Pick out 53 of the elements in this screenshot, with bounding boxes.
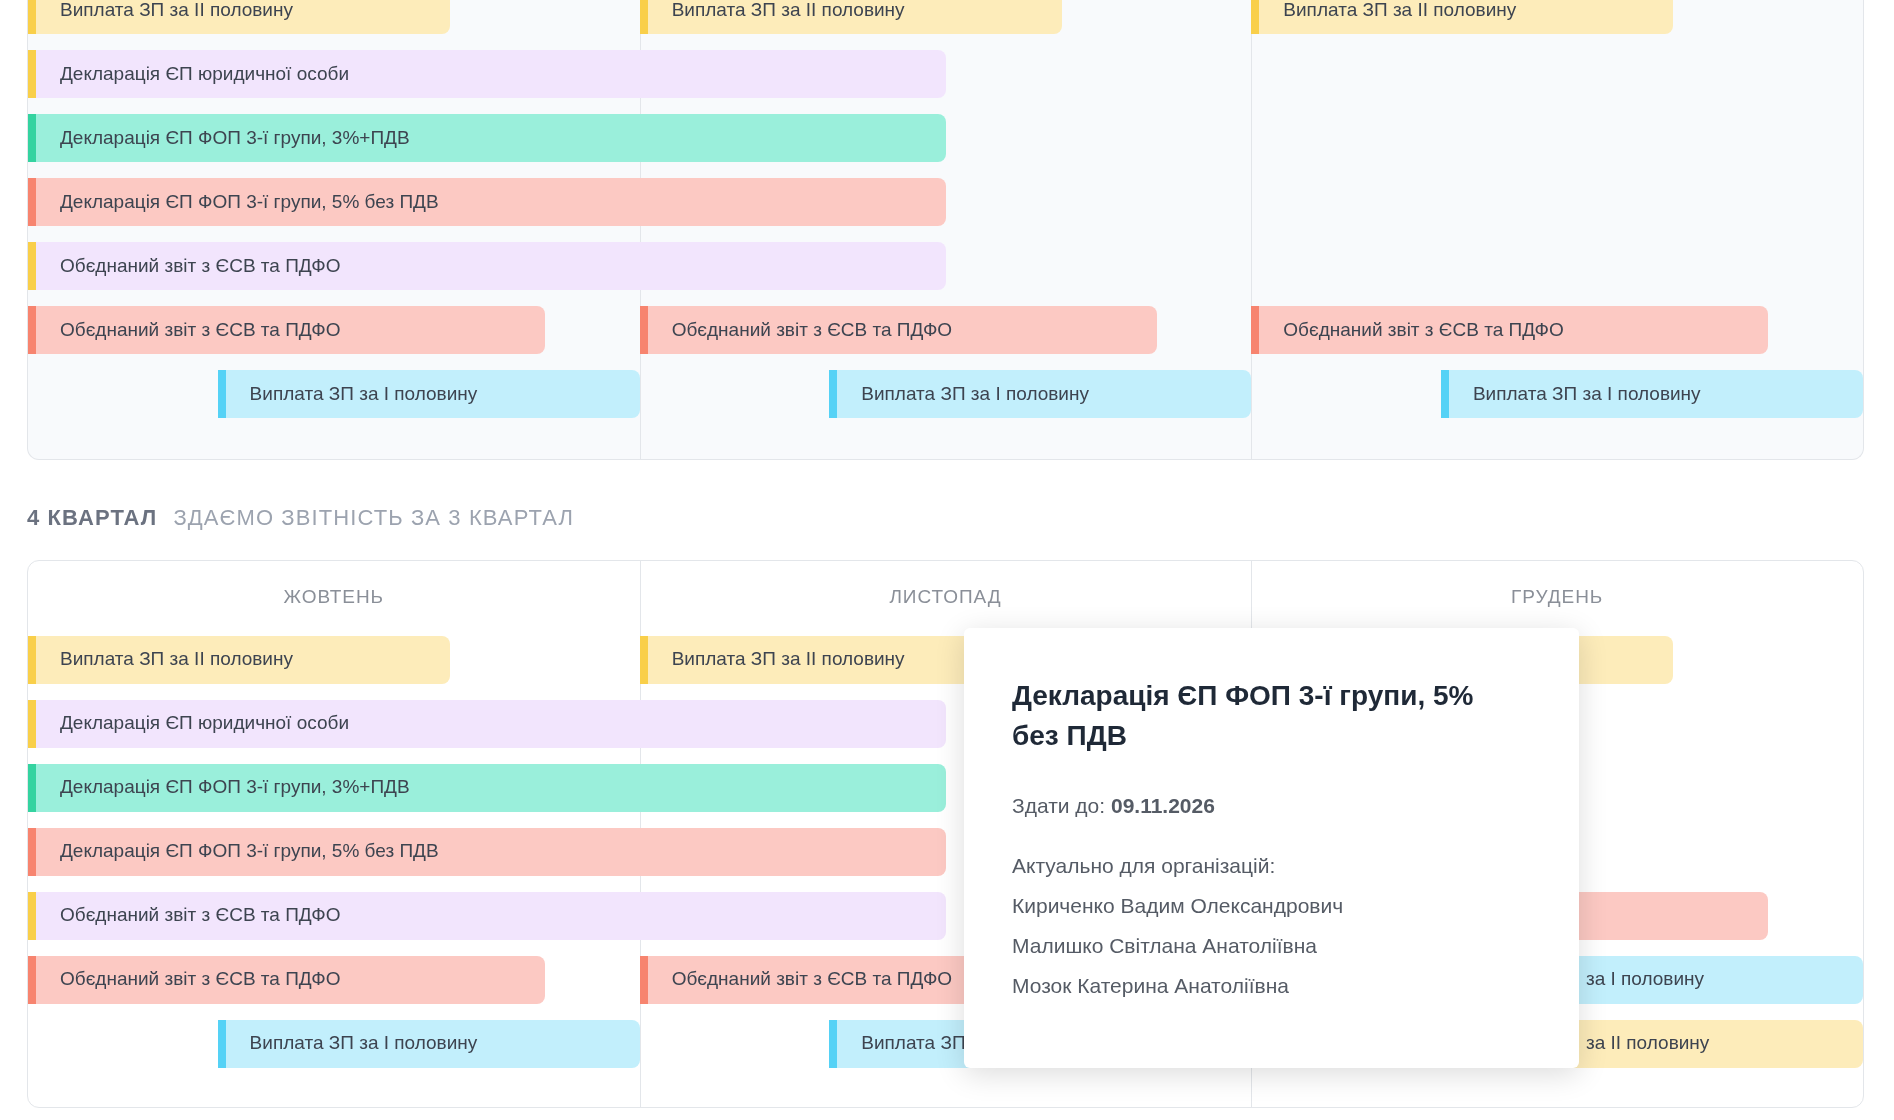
task-label: Обєднаний звіт з ЄСВ та ПДФО	[60, 317, 341, 342]
task-bar[interactable]: Обєднаний звіт з ЄСВ та ПДФО	[28, 242, 946, 290]
task-label: Декларація ЄП ФОП 3-ї групи, 3%+ПДВ	[60, 775, 410, 800]
task-label: Виплата ЗП за ІІ половину	[671, 647, 905, 672]
month-header: ЖОВТЕНЬ	[283, 585, 385, 609]
orgs-label: Актуально для організацій:	[1012, 852, 1277, 879]
task-bar[interactable]: Виплата ЗП за ІІ половину	[28, 0, 451, 34]
task-label: Виплата ЗП	[861, 1031, 966, 1056]
deadline-text: Здати до: 09.11.2026	[1012, 793, 1216, 819]
task-bar[interactable]: Виплата ЗП за ІІ половину	[639, 0, 1062, 34]
task-bar[interactable]: Декларація ЄП юридичної особи	[28, 50, 946, 98]
task-bar[interactable]: Обєднаний звіт з ЄСВ та ПДФО	[28, 306, 545, 354]
task-label: Обєднаний звіт з ЄСВ та ПДФО	[1283, 317, 1564, 342]
task-bar[interactable]: Виплата ЗП за ІІ половину	[28, 635, 451, 684]
task-bar[interactable]: Виплата ЗП за І половину	[217, 1019, 640, 1068]
task-bar[interactable]: Декларація ЄП ФОП 3-ї групи, 3%+ПДВ	[28, 114, 946, 162]
task-label: Виплата ЗП за І половину	[249, 381, 478, 406]
task-label: Декларація ЄП ФОП 3-ї групи, 5% без ПДВ	[60, 189, 439, 214]
task-label: Декларація ЄП юридичної особи	[60, 61, 349, 86]
task-label: Обєднаний звіт з ЄСВ та ПДФО	[60, 903, 341, 928]
task-label: Виплата ЗП за І половину	[1472, 381, 1701, 406]
task-label: Виплата ЗП за ІІ половину	[60, 0, 293, 22]
task-bar[interactable]: Декларація ЄП ФОП 3-ї групи, 5% без ПДВ	[28, 178, 946, 226]
task-label: Обєднаний звіт з ЄСВ та ПДФО	[671, 317, 953, 342]
task-bar[interactable]: Виплата ЗП за І половину	[829, 370, 1252, 418]
task-bar[interactable]: Виплата ЗП за І половину	[1440, 370, 1863, 418]
quarter-subtitle: ЗДАЄМО ЗВІТНІСТЬ ЗА 3 КВАРТАЛ	[173, 504, 575, 532]
task-bar[interactable]: Обєднаний звіт з ЄСВ та ПДФО	[28, 955, 545, 1004]
task-label: за ІІ половину	[1585, 1031, 1710, 1056]
task-label: Обєднаний звіт з ЄСВ та ПДФО	[60, 967, 341, 992]
month-header: ГРУДЕНЬ	[1511, 585, 1604, 609]
quarter-title: 4 КВАРТАЛ	[27, 504, 158, 532]
task-label: Виплата ЗП за ІІ половину	[671, 0, 905, 22]
task-label: Виплата ЗП за І половину	[861, 381, 1089, 406]
task-label: Обєднаний звіт з ЄСВ та ПДФО	[60, 253, 341, 278]
task-label: Декларація ЄП юридичної особи	[60, 711, 349, 736]
task-label: Виплата ЗП за ІІ половину	[60, 647, 293, 672]
month-header: ЛИСТОПАД	[889, 585, 1002, 609]
task-bar[interactable]: Виплата ЗП за ІІ половину	[1251, 0, 1674, 34]
task-label: Виплата ЗП за І половину	[249, 1031, 478, 1056]
task-label: Декларація ЄП ФОП 3-ї групи, 5% без ПДВ	[60, 839, 439, 864]
task-bar[interactable]: Декларація ЄП ФОП 3-ї групи, 3%+ПДВ	[28, 763, 946, 812]
organization-name: Кириченко Вадим Олександрович	[1012, 892, 1345, 919]
task-label: Обєднаний звіт з ЄСВ та ПДФО	[671, 967, 953, 992]
task-bar[interactable]: Виплата ЗП за І половину	[217, 370, 640, 418]
task-label: Виплата ЗП за ІІ половину	[1283, 0, 1517, 22]
task-bar[interactable]: Обєднаний звіт з ЄСВ та ПДФО	[1251, 306, 1769, 354]
task-bar[interactable]: Декларація ЄП юридичної особи	[28, 699, 946, 748]
task-label: за І половину	[1585, 967, 1705, 992]
task-bar[interactable]: Обєднаний звіт з ЄСВ та ПДФО	[28, 891, 946, 940]
task-bar[interactable]: Декларація ЄП ФОП 3-ї групи, 5% без ПДВ	[28, 827, 946, 876]
task-bar[interactable]: Обєднаний звіт з ЄСВ та ПДФО	[639, 306, 1157, 354]
task-label: Декларація ЄП ФОП 3-ї групи, 3%+ПДВ	[60, 125, 410, 150]
